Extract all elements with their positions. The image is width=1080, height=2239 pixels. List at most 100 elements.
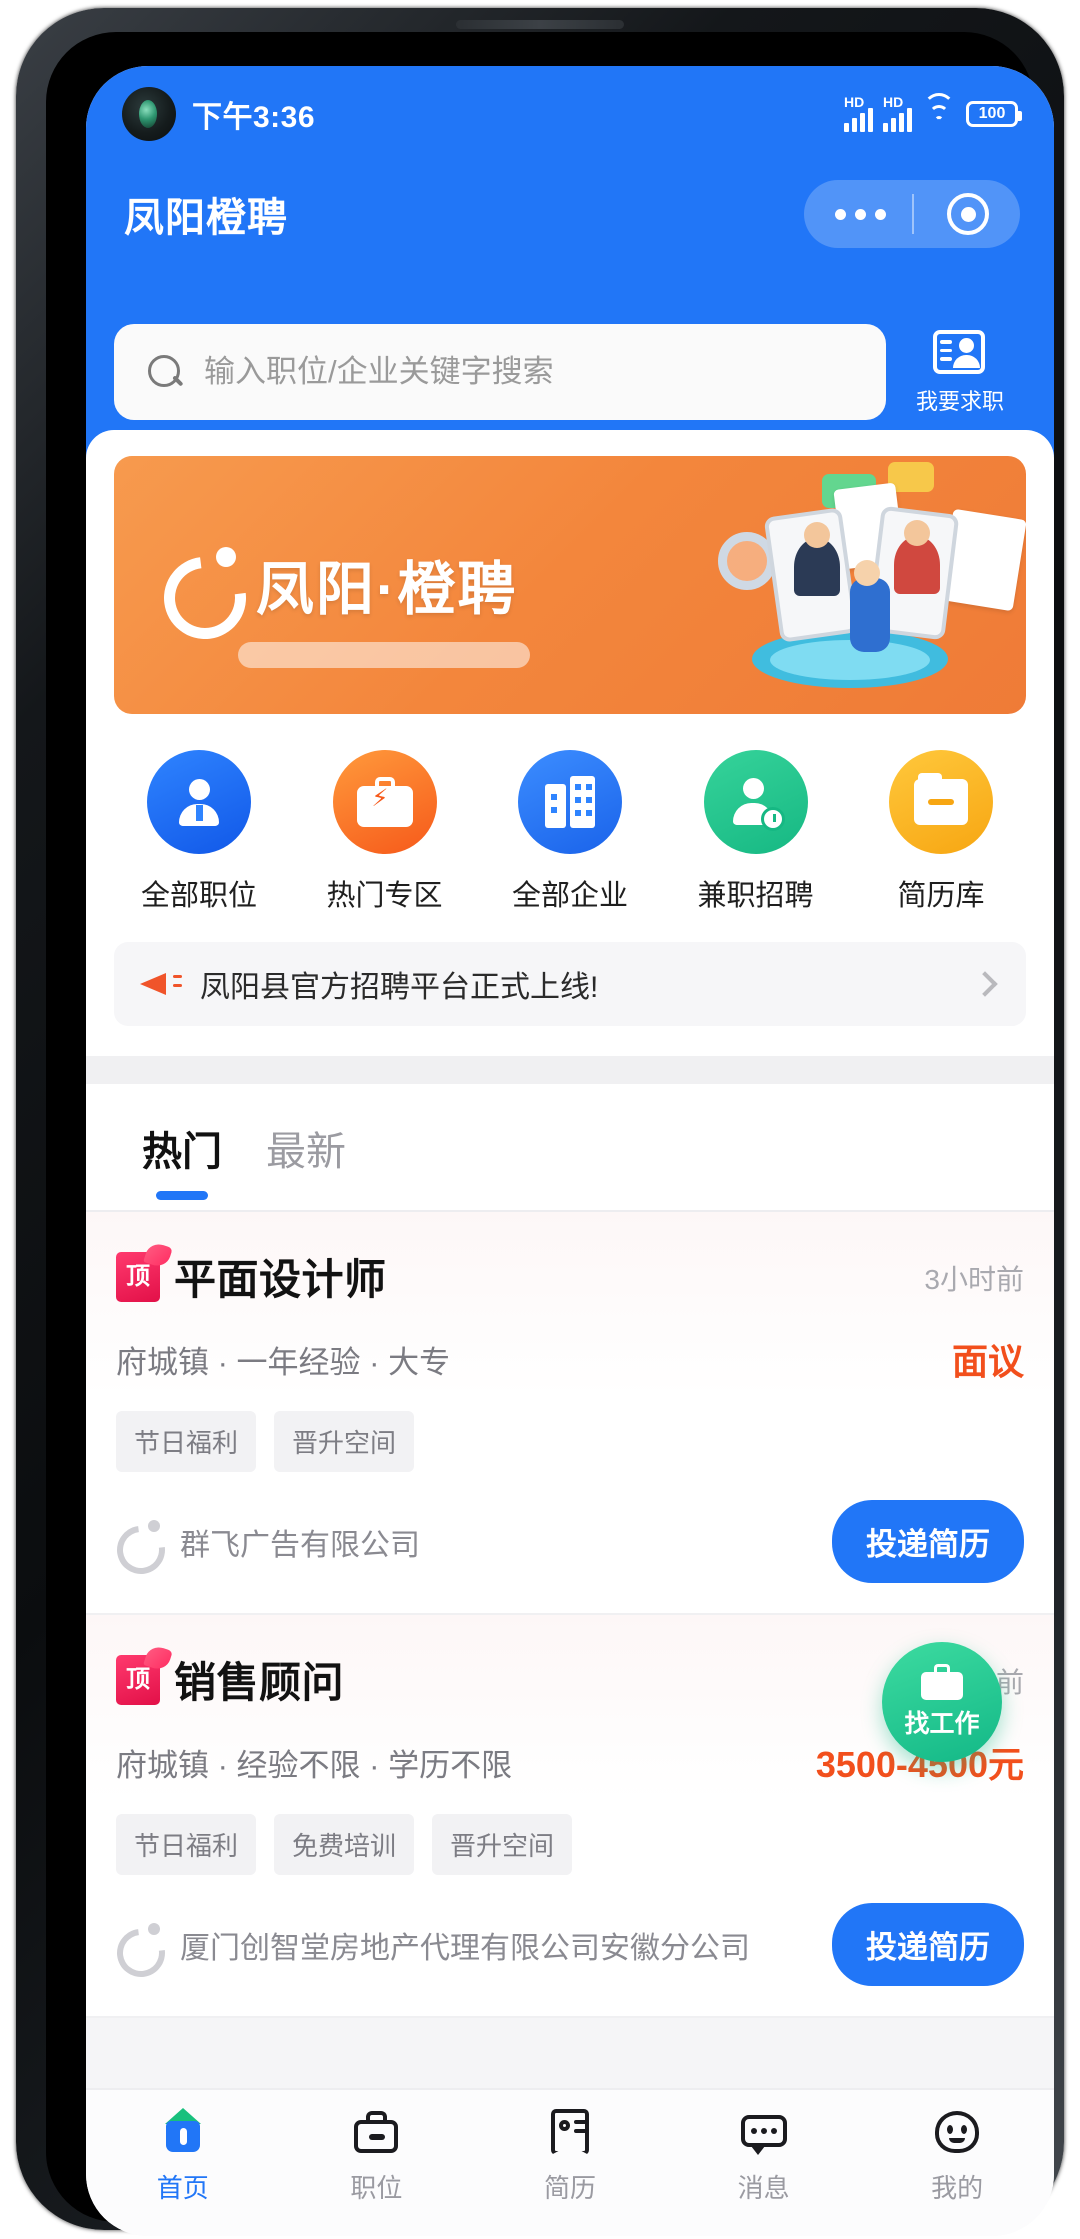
job-posted-time: 3小时前 <box>924 1264 1024 1295</box>
job-title: 平面设计师 <box>174 1256 387 1303</box>
category-label: 简历库 <box>897 880 985 912</box>
job-tags: 节日福利 晋升空间 <box>116 1411 1024 1472</box>
target-circle-icon[interactable] <box>947 193 990 235</box>
search-row: 我要求职 <box>86 324 1054 420</box>
message-icon <box>738 2106 790 2158</box>
section-divider <box>86 1056 1054 1084</box>
app-header: 下午3:36 HD HD 100 凤阳橙聘 输入职位/企业关键字搜索 我要求职 <box>86 66 1054 458</box>
more-dots-icon[interactable] <box>834 208 886 220</box>
top-badge: 顶 <box>116 1654 160 1705</box>
tab-latest[interactable]: 最新 <box>266 1119 346 1210</box>
miniprogram-capsule[interactable] <box>804 180 1020 248</box>
find-job-fab[interactable]: 找工作 <box>882 1642 1002 1762</box>
category-all-companies[interactable]: 全部企业 <box>495 750 645 914</box>
tab-label: 热门 <box>142 1130 222 1174</box>
briefcase-bolt-icon <box>332 750 437 854</box>
folder-icon <box>889 750 993 854</box>
apply-button[interactable]: 投递简历 <box>832 1903 1024 1986</box>
bottom-navigation: 首页 职位 简历 消息 我的 <box>86 2088 1054 2236</box>
earpiece-speaker <box>456 20 624 29</box>
category-all-jobs[interactable]: 全部职位 <box>124 750 274 914</box>
person-illustration-center <box>850 578 890 652</box>
phone-bezel: 下午3:36 HD HD 100 凤阳橙聘 输入职位/企业关键字搜索 我要求职 … <box>16 8 1064 2236</box>
job-meta: 府城镇 · 一年经验 · 大专 <box>116 1344 451 1380</box>
signal-2-icon: HD <box>883 94 912 132</box>
phone-screen: 下午3:36 HD HD 100 凤阳橙聘 输入职位/企业关键字搜索 我要求职 … <box>86 66 1054 2236</box>
top-badge: 顶 <box>116 1251 160 1302</box>
nav-item-profile[interactable]: 我的 <box>860 2106 1054 2205</box>
job-salary: 面议 <box>951 1341 1024 1382</box>
job-tag: 节日福利 <box>116 1814 257 1875</box>
chevron-right-icon <box>972 971 998 997</box>
announcement-text: 凤阳县官方招聘平台正式上线! <box>200 971 599 1004</box>
nav-item-jobs[interactable]: 职位 <box>280 2106 474 2205</box>
home-icon <box>157 2106 209 2158</box>
category-resume-bank[interactable]: 简历库 <box>866 750 1016 914</box>
apply-button[interactable]: 投递简历 <box>832 1500 1024 1583</box>
category-label: 热门专区 <box>326 880 443 912</box>
job-tag: 晋升空间 <box>432 1814 573 1875</box>
job-list-tabs: 热门 最新 <box>86 1084 1054 1212</box>
nav-label: 我的 <box>931 2173 984 2203</box>
job-tag: 免费培训 <box>274 1814 415 1875</box>
company-c-logo-icon <box>116 1519 162 1565</box>
category-parttime[interactable]: 兼职招聘 <box>681 750 831 914</box>
job-tags: 节日福利 免费培训 晋升空间 <box>116 1814 1024 1875</box>
hd-label-1: HD <box>844 94 865 110</box>
category-label: 兼职招聘 <box>697 880 814 912</box>
battery-icon: 100 <box>966 101 1022 127</box>
person-head-c <box>854 560 880 586</box>
nav-label: 简历 <box>543 2173 596 2203</box>
job-tag: 晋升空间 <box>274 1411 415 1472</box>
category-label: 全部企业 <box>511 880 628 912</box>
phone-bezel-inner: 下午3:36 HD HD 100 凤阳橙聘 输入职位/企业关键字搜索 我要求职 … <box>46 32 1054 2236</box>
briefcase-icon <box>350 2106 402 2158</box>
front-camera-punchhole <box>122 87 176 141</box>
title-row: 凤阳橙聘 <box>86 162 1054 266</box>
announcement-bar[interactable]: 凤阳县官方招聘平台正式上线! <box>114 942 1026 1026</box>
banner-brand-text: 凤阳·橙聘 <box>256 557 518 622</box>
nav-item-messages[interactable]: 消息 <box>667 2106 861 2205</box>
top-badge-label: 顶 <box>126 1262 150 1290</box>
wifi-icon <box>922 93 956 127</box>
job-list: 顶 平面设计师 3小时前 府城镇 · 一年经验 · 大专 面议 节日福利 晋升空… <box>86 1212 1054 2018</box>
nav-label: 职位 <box>350 2173 403 2203</box>
jobseeker-label: 我要求职 <box>915 389 1004 414</box>
profile-icon <box>931 2106 983 2158</box>
person-head-b <box>904 520 930 546</box>
phone-mockup: 下午3:36 HD HD 100 凤阳橙聘 输入职位/企业关键字搜索 我要求职 … <box>0 0 1080 2239</box>
tab-active-indicator <box>156 1191 208 1200</box>
category-hot-zone[interactable]: 热门专区 <box>310 750 460 914</box>
search-input[interactable] <box>204 354 832 390</box>
nav-label: 消息 <box>737 2173 790 2203</box>
building-icon <box>518 750 622 854</box>
company-name: 群飞广告有限公司 <box>180 1528 420 1562</box>
job-tag: 节日福利 <box>116 1411 257 1472</box>
hd-label-2: HD <box>883 94 904 110</box>
resume-icon <box>544 2106 596 2158</box>
banner-logo: 凤阳·橙聘 <box>160 542 517 626</box>
status-bar: 下午3:36 HD HD 100 <box>86 66 1054 162</box>
top-badge-label: 顶 <box>126 1665 150 1693</box>
content-panel: 凤阳·橙聘 全部职位 热门专区 全部企业 兼职招聘 简历库 凤阳县官方招聘平台正… <box>86 430 1054 2018</box>
job-card[interactable]: 顶 平面设计师 3小时前 府城镇 · 一年经验 · 大专 面议 节日福利 晋升空… <box>86 1212 1054 1615</box>
banner-platform-disc-top <box>770 640 930 680</box>
app-viewport: 下午3:36 HD HD 100 凤阳橙聘 输入职位/企业关键字搜索 我要求职 … <box>86 66 1054 2236</box>
company-c-logo-icon <box>116 1922 162 1968</box>
page-title: 凤阳橙聘 <box>124 196 288 240</box>
orange-c-mark-icon <box>160 545 238 623</box>
status-time: 下午3:36 <box>192 101 316 134</box>
person-clock-icon <box>703 750 808 854</box>
nav-item-home[interactable]: 首页 <box>86 2106 280 2205</box>
resume-person-icon <box>931 328 989 378</box>
briefcase-icon <box>921 1664 963 1700</box>
nav-item-resume[interactable]: 简历 <box>473 2106 667 2205</box>
search-bar[interactable] <box>114 324 886 420</box>
banner-illustration <box>696 456 1026 714</box>
job-title: 销售顾问 <box>174 1659 345 1706</box>
promo-banner[interactable]: 凤阳·橙聘 <box>114 456 1026 714</box>
tab-hot[interactable]: 热门 <box>142 1119 222 1210</box>
jobseeker-entry-button[interactable]: 我要求职 <box>886 328 1026 416</box>
job-meta: 府城镇 · 经验不限 · 学历不限 <box>116 1747 513 1783</box>
search-icon <box>148 355 182 389</box>
